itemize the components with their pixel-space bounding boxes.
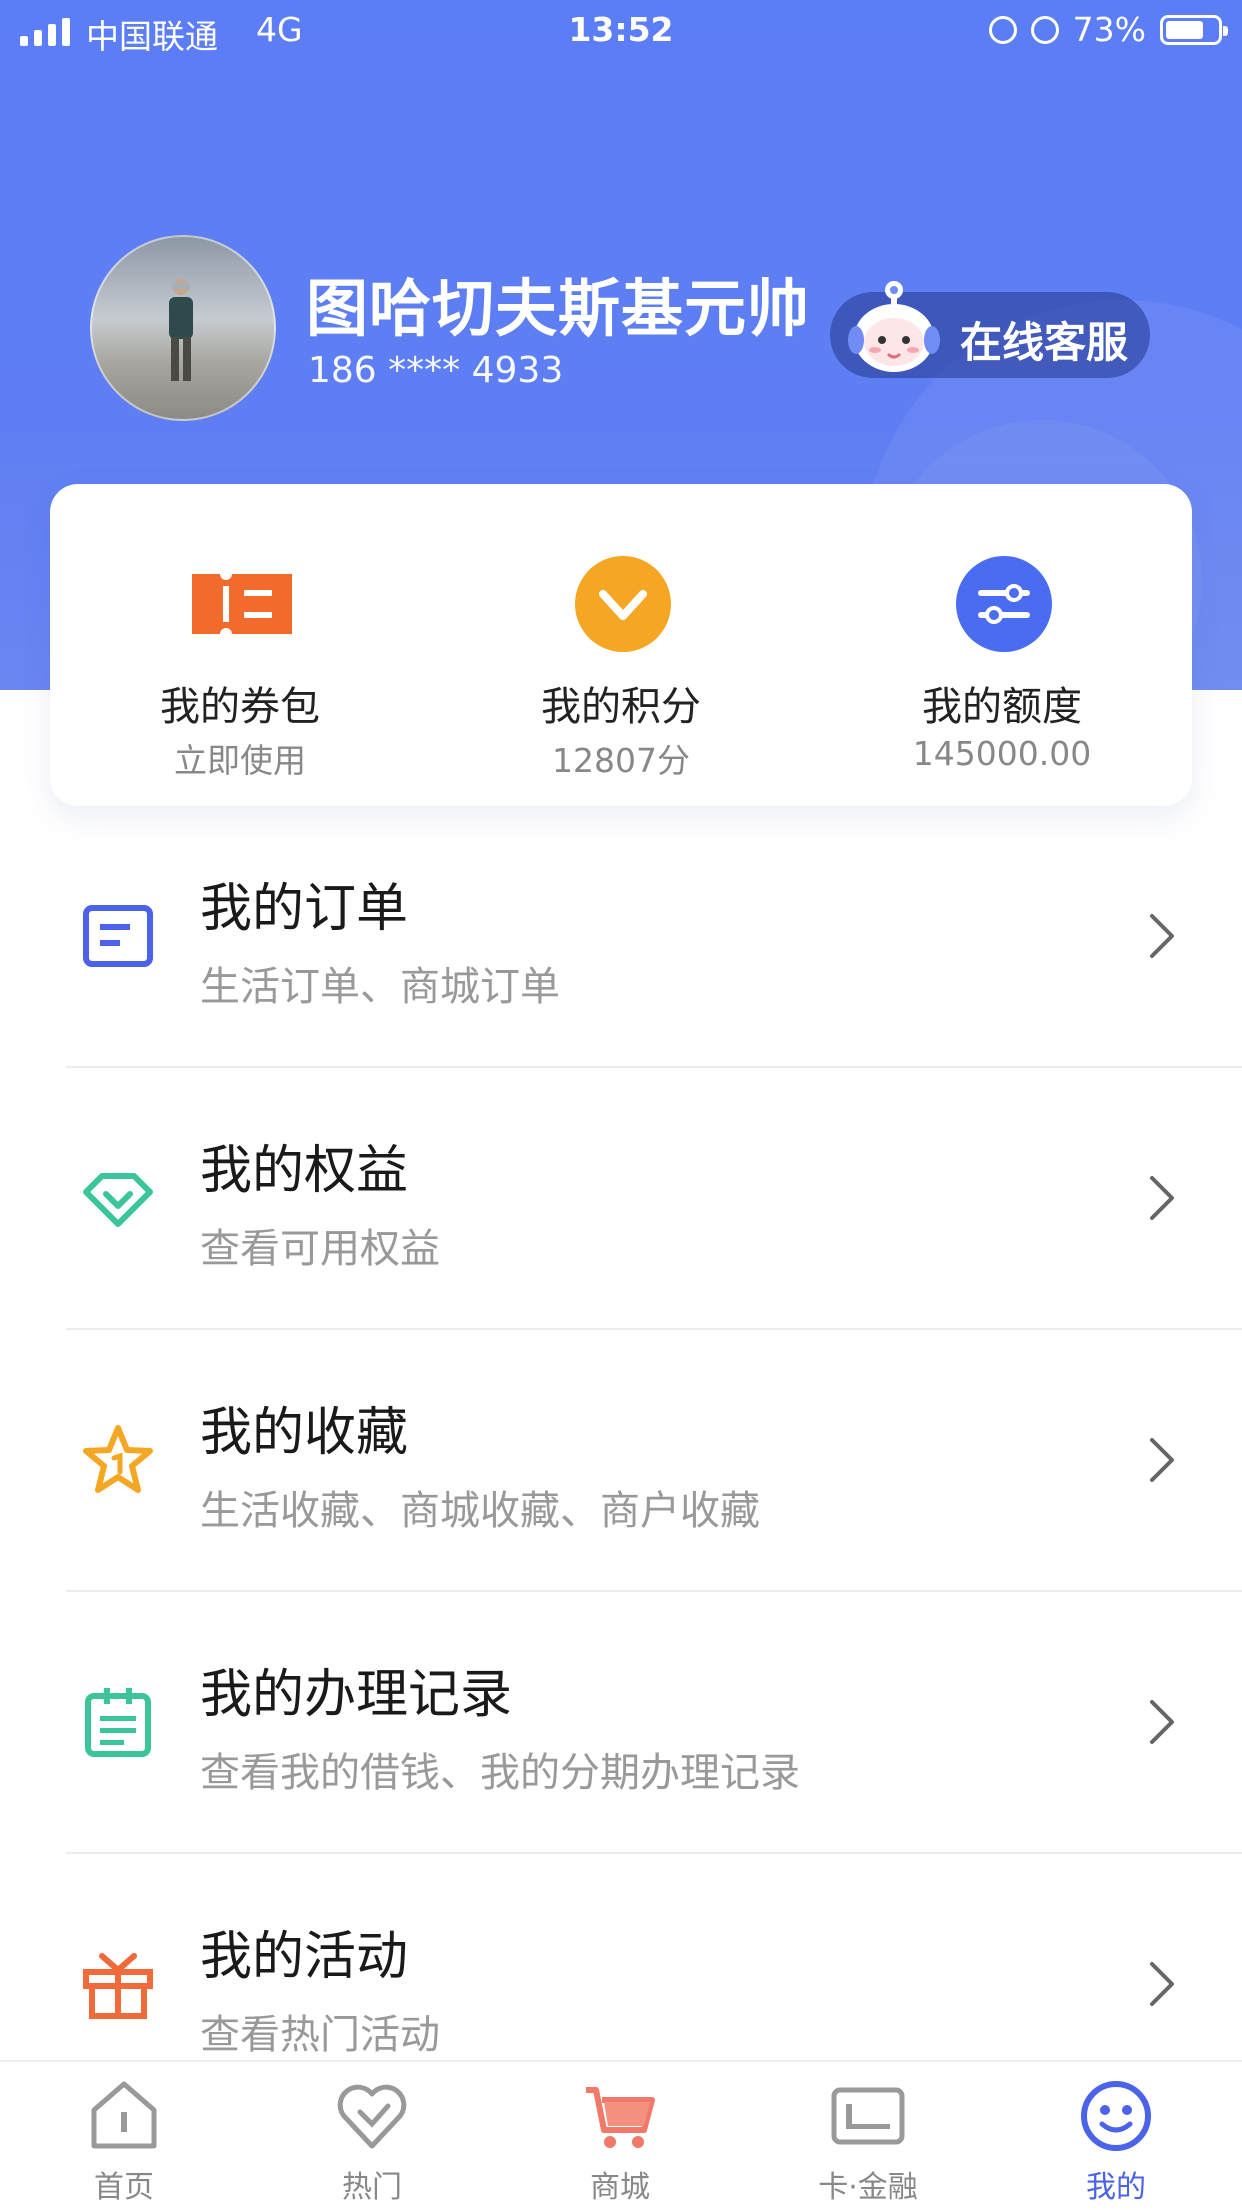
quick-action-coupons[interactable]: 我的券包 立即使用 bbox=[50, 484, 430, 806]
rotation-lock-icon bbox=[988, 15, 1017, 44]
tab-mine[interactable]: 我的 bbox=[992, 2062, 1240, 2210]
menu-item-title: 我的权益 bbox=[200, 1141, 409, 1201]
chevron-right-icon bbox=[1150, 1438, 1174, 1482]
credit-limit-icon bbox=[956, 556, 1052, 652]
menu-item-subtitle: 查看我的借钱、我的分期办理记录 bbox=[200, 1750, 800, 1796]
tab-label: 商城 bbox=[590, 2170, 650, 2205]
bottom-tab-bar: 首页 热门 商城 卡·金融 我的 bbox=[0, 2060, 1242, 2210]
heart-icon bbox=[337, 2084, 407, 2149]
menu-item-orders[interactable]: 我的订单 生活订单、商城订单 bbox=[0, 806, 1242, 1068]
record-icon bbox=[85, 1688, 151, 1757]
online-service-button[interactable]: 在线客服 bbox=[830, 281, 1150, 378]
tab-label: 热门 bbox=[342, 2170, 402, 2205]
quick-action-title: 我的额度 bbox=[922, 684, 1082, 730]
menu-item-benefits[interactable]: 我的权益 查看可用权益 bbox=[0, 1068, 1242, 1330]
battery-percent: 73% bbox=[1072, 10, 1146, 49]
menu-item-subtitle: 查看可用权益 bbox=[200, 1226, 440, 1272]
avatar[interactable] bbox=[90, 235, 276, 421]
chevron-right-icon bbox=[1150, 1962, 1174, 2006]
tab-card-finance[interactable]: 卡·金融 bbox=[744, 2062, 992, 2210]
smile-icon bbox=[1081, 2081, 1151, 2151]
battery-icon bbox=[1160, 14, 1228, 45]
tab-label: 我的 bbox=[1086, 2170, 1146, 2205]
tab-label: 卡·金融 bbox=[818, 2170, 918, 2205]
menu-item-title: 我的活动 bbox=[200, 1927, 409, 1987]
star-icon bbox=[83, 1425, 153, 1493]
order-icon bbox=[83, 905, 153, 967]
menu-item-subtitle: 生活收藏、商城收藏、商户收藏 bbox=[200, 1488, 760, 1534]
coupon-icon bbox=[192, 574, 292, 634]
diamond-icon bbox=[83, 1173, 153, 1227]
menu-item-title: 我的订单 bbox=[200, 879, 409, 939]
user-phone: 186 **** 4933 bbox=[308, 350, 564, 391]
home-icon bbox=[91, 2081, 157, 2149]
quick-actions-card: 我的券包 立即使用 我的积分 12807分 我的额度 145000.00 bbox=[50, 484, 1192, 806]
tab-home[interactable]: 首页 bbox=[0, 2062, 248, 2210]
tab-mall[interactable]: 商城 bbox=[496, 2062, 744, 2210]
chevron-right-icon bbox=[1150, 1176, 1174, 1220]
user-name[interactable]: 图哈切夫斯基元帅 bbox=[306, 258, 810, 348]
card-icon bbox=[831, 2087, 905, 2145]
quick-action-title: 我的积分 bbox=[541, 684, 701, 730]
tab-hot[interactable]: 热门 bbox=[248, 2062, 496, 2210]
quick-action-subtitle: 立即使用 bbox=[174, 741, 306, 780]
quick-action-subtitle: 12807分 bbox=[552, 741, 690, 780]
chevron-right-icon bbox=[1150, 1700, 1174, 1744]
menu-item-title: 我的收藏 bbox=[200, 1403, 409, 1463]
menu-item-subtitle: 查看热门活动 bbox=[200, 2012, 440, 2058]
quick-action-points[interactable]: 我的积分 12807分 bbox=[431, 484, 811, 806]
chevron-right-icon bbox=[1150, 914, 1174, 958]
robot-icon bbox=[848, 281, 940, 372]
gift-icon bbox=[83, 1953, 153, 2019]
cart-icon bbox=[586, 2087, 655, 2148]
menu-item-title: 我的办理记录 bbox=[200, 1665, 513, 1725]
quick-action-credit-limit[interactable]: 我的额度 145000.00 bbox=[812, 484, 1192, 806]
quick-action-title: 我的券包 bbox=[160, 684, 320, 730]
online-service-label: 在线客服 bbox=[960, 318, 1129, 367]
menu-item-records[interactable]: 我的办理记录 查看我的借钱、我的分期办理记录 bbox=[0, 1592, 1242, 1854]
menu-item-favorites[interactable]: 我的收藏 生活收藏、商城收藏、商户收藏 bbox=[0, 1330, 1242, 1592]
status-bar: 中国联通 4G 13:52 73% bbox=[0, 0, 1242, 62]
menu-item-subtitle: 生活订单、商城订单 bbox=[200, 964, 560, 1010]
tab-label: 首页 bbox=[94, 2170, 154, 2205]
avatar-photo bbox=[169, 279, 193, 381]
quick-action-subtitle: 145000.00 bbox=[912, 734, 1092, 773]
alarm-icon bbox=[1030, 15, 1059, 44]
points-icon bbox=[575, 556, 671, 652]
